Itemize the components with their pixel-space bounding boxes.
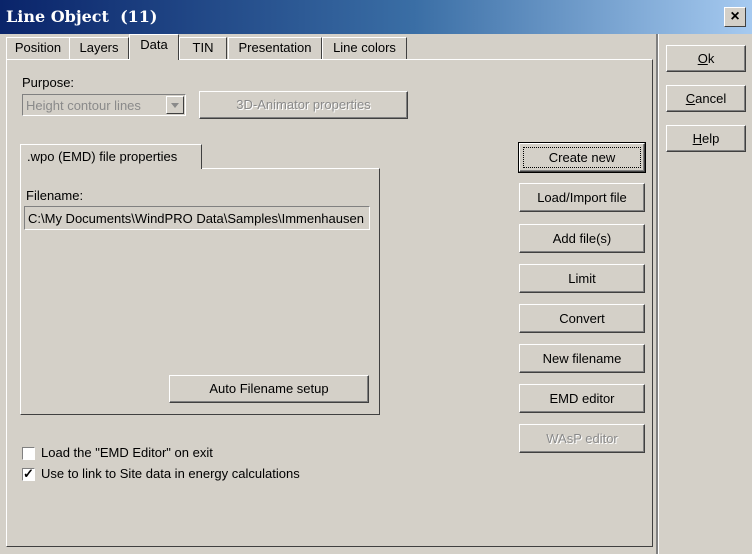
purpose-label: Purpose: — [22, 75, 75, 90]
focus-rect — [523, 147, 641, 168]
button-label: ancel — [695, 91, 727, 106]
button-label: Convert — [559, 311, 605, 326]
button-accelerator: H — [692, 131, 703, 146]
convert-button[interactable]: Convert — [519, 304, 645, 333]
auto-filename-setup-button[interactable]: Auto Filename setup — [169, 375, 369, 403]
create-new-button[interactable]: Create new — [518, 142, 646, 173]
tab-line-colors[interactable]: Line colors — [322, 37, 407, 59]
link-site-data-label: Use to link to Site data in energy calcu… — [41, 466, 300, 481]
help-button[interactable]: Help — [666, 125, 746, 152]
close-icon: × — [730, 8, 740, 25]
tab-position[interactable]: Position — [6, 37, 70, 59]
purpose-selected-value: Height contour lines — [26, 98, 141, 113]
filename-label: Filename: — [26, 188, 84, 203]
button-label: Auto Filename setup — [209, 381, 329, 396]
tab-wpo-file-properties[interactable]: .wpo (EMD) file properties — [20, 144, 202, 169]
tab-layers[interactable]: Layers — [69, 37, 129, 59]
purpose-select[interactable]: Height contour lines — [22, 94, 186, 116]
load-emd-editor-checkbox[interactable] — [22, 447, 35, 460]
title-bar[interactable]: Line Object (11) × — [0, 0, 752, 34]
load-emd-editor-label: Load the "EMD Editor" on exit — [41, 445, 213, 460]
cancel-button[interactable]: Cancel — [666, 85, 746, 112]
sidebar-divider — [656, 34, 659, 554]
animator-properties-button[interactable]: 3D-Animator properties — [199, 91, 408, 119]
tab-label: Line colors — [333, 40, 396, 55]
wasp-editor-button[interactable]: WAsP editor — [519, 424, 645, 453]
limit-button[interactable]: Limit — [519, 264, 645, 293]
button-label: New filename — [542, 351, 622, 366]
button-label: 3D-Animator properties — [236, 97, 371, 112]
line-object-dialog: Line Object (11) × Position Layers Data … — [0, 0, 752, 554]
tab-label: Position — [14, 40, 62, 55]
link-site-data-checkbox[interactable] — [22, 466, 35, 482]
button-label: k — [707, 51, 715, 66]
tab-presentation[interactable]: Presentation — [228, 37, 322, 59]
window-title: Line Object (11) — [6, 7, 158, 26]
tab-tin[interactable]: TIN — [179, 37, 227, 59]
tab-label: .wpo (EMD) file properties — [27, 149, 178, 164]
button-label: Add file(s) — [552, 231, 612, 246]
button-label: Limit — [568, 271, 596, 286]
button-label: WAsP editor — [546, 431, 618, 446]
tab-label: TIN — [192, 40, 214, 55]
chevron-down-icon[interactable] — [166, 96, 184, 114]
button-label: Load/Import file — [537, 190, 627, 205]
button-accelerator: C — [685, 91, 696, 106]
button-accelerator: O — [697, 51, 708, 66]
tab-label: Data — [140, 37, 168, 52]
emd-editor-button[interactable]: EMD editor — [519, 384, 645, 413]
load-import-file-button[interactable]: Load/Import file — [519, 183, 645, 212]
tab-label: Presentation — [238, 40, 312, 55]
filename-field[interactable]: C:\My Documents\WindPRO Data\Samples\Imm… — [24, 206, 370, 230]
button-label: elp — [702, 131, 720, 146]
ok-button[interactable]: Ok — [666, 45, 746, 72]
tab-data[interactable]: Data — [129, 34, 179, 60]
button-label: EMD editor — [549, 391, 615, 406]
close-button[interactable]: × — [724, 7, 746, 27]
new-filename-button[interactable]: New filename — [519, 344, 645, 373]
tab-label: Layers — [79, 40, 119, 55]
add-files-button[interactable]: Add file(s) — [519, 224, 645, 253]
